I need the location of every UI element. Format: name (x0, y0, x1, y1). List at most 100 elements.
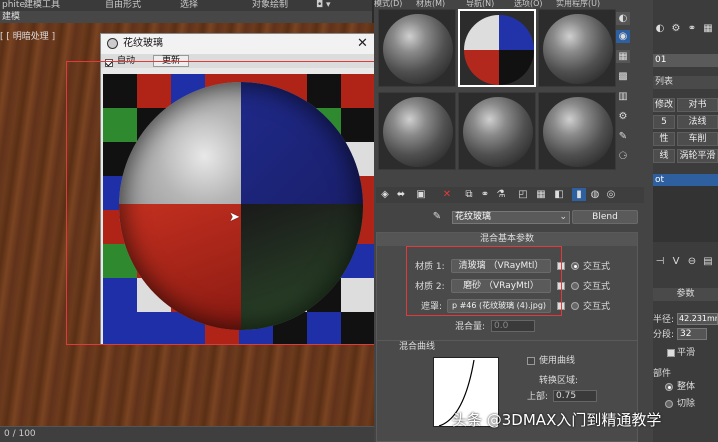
material-id-icon[interactable]: ◰ (516, 188, 530, 201)
radius-label: 半径: (653, 315, 675, 325)
show-end-result-icon[interactable]: ◧ (552, 188, 566, 201)
uv-tiling-icon[interactable]: ▩ (616, 70, 630, 83)
rollout-title: 混合基本参数 (479, 234, 534, 244)
mod-button-f[interactable]: 车削 (677, 132, 718, 146)
modifier-list[interactable]: 列表 (653, 76, 718, 89)
sample-slot-6[interactable] (538, 92, 616, 170)
menu-options[interactable]: 选项(O) (514, 0, 543, 8)
menu-item-graphite[interactable]: phite (2, 0, 25, 10)
timeline-bar[interactable]: 0 / 100 (0, 426, 374, 442)
show-end-icon[interactable]: Ⅴ (669, 255, 683, 268)
motion-icon[interactable]: ▦ (701, 22, 715, 35)
object-name-field[interactable]: 01 (653, 54, 718, 67)
mod-button-e[interactable]: 性 (653, 132, 675, 146)
hierarchy-icon[interactable]: ⚭ (685, 22, 699, 35)
material-type-button[interactable]: Blend (572, 210, 638, 224)
highlight-box-preview (66, 61, 400, 345)
radius-spinner[interactable]: 42.231mm (677, 313, 718, 325)
smooth-checkbox[interactable] (667, 349, 675, 357)
radius-value: 42.231mm (679, 314, 717, 323)
put-to-scene-icon[interactable]: ⬌ (394, 188, 408, 201)
go-forward-icon[interactable]: ◍ (588, 188, 602, 201)
copy-material-icon[interactable]: ⧉ (462, 188, 476, 201)
mod-button-c[interactable]: 5 (653, 115, 675, 129)
modify-icon[interactable]: ⚙ (669, 22, 683, 35)
mod-button-g[interactable]: 线 (653, 149, 675, 163)
segments-label: 分段: (653, 330, 675, 340)
use-curve-label: 使用曲线 (539, 356, 576, 366)
command-panel: ◐ ⚙ ⚭ ▦ 01 列表 修改 对书 5 法线 性 车削 线 涡轮平滑 ot … (653, 0, 718, 442)
mat2-interactive-radio[interactable] (571, 282, 579, 290)
preview-title-bar[interactable]: 花纹玻璃 ✕ (101, 34, 377, 54)
mask-interactive-radio[interactable] (571, 302, 579, 310)
mod-button-h[interactable]: 涡轮平滑 (677, 149, 718, 163)
material-name-field[interactable]: 花纹玻璃 ⌄ (452, 211, 570, 224)
mod-button-a[interactable]: 修改 (653, 98, 675, 112)
menu-mode[interactable]: 模式(D) (374, 0, 402, 8)
ribbon-label[interactable]: 建模 (2, 11, 20, 23)
curve-rollout-title[interactable]: 混合曲线 (399, 341, 435, 353)
sample-slot-5[interactable] (458, 92, 536, 170)
mix-amount-spinner[interactable]: 0.0 (491, 320, 535, 332)
menu-item-selection[interactable]: 选择 (180, 0, 198, 10)
chevron-down-icon[interactable]: ⌄ (559, 212, 567, 223)
background-icon[interactable]: ▦ (616, 50, 630, 63)
params-header[interactable]: 参数 (653, 288, 718, 301)
backlight-icon[interactable]: ◉ (616, 30, 630, 43)
preview-title: 花纹玻璃 (123, 38, 163, 49)
upper-spinner[interactable]: 0.75 (553, 390, 597, 402)
make-unique-icon[interactable]: ⚭ (478, 188, 492, 201)
viewport-label[interactable]: [ [ 明暗处理 ] (0, 30, 100, 44)
whole-radio[interactable] (665, 383, 673, 391)
segments-spinner[interactable]: 32 (677, 328, 707, 340)
sample-slot-2-active[interactable] (458, 9, 536, 87)
modifier-stack-item[interactable]: ot (653, 174, 718, 186)
mix-amount-value: 0.0 (494, 321, 509, 331)
stack-tools: ⊣ Ⅴ ⊖ ▤ (653, 253, 718, 269)
go-to-parent-icon[interactable]: ▮ (572, 188, 586, 201)
top-menu: phite 建模工具 自由形式 选择 对象绘制 ◘ ▾ (0, 0, 372, 11)
video-check-icon[interactable]: ▥ (616, 90, 630, 103)
menu-item-freeform[interactable]: 自由形式 (105, 0, 141, 10)
smooth-label: 平滑 (677, 348, 696, 358)
make-preview-icon[interactable]: ⚙ (616, 110, 630, 123)
menu-item-modeling-tools[interactable]: 建模工具 (24, 0, 60, 10)
chop-radio[interactable] (665, 400, 673, 408)
show-map-icon[interactable]: ▦ (534, 188, 548, 201)
put-to-library-icon[interactable]: ⚗ (494, 188, 508, 201)
mat2-interactive-label: 交互式 (583, 282, 611, 292)
mat1-interactive-radio[interactable] (571, 262, 579, 270)
eyedropper-icon[interactable]: ✎ (430, 210, 444, 223)
sample-slot-3[interactable] (538, 9, 616, 87)
menu-navigation[interactable]: 导航(N) (466, 0, 494, 8)
sample-slot-4[interactable] (378, 92, 456, 170)
menu-material[interactable]: 材质(M) (416, 0, 445, 8)
create-icon[interactable]: ◐ (653, 22, 667, 35)
upper-value: 0.75 (556, 391, 577, 401)
sample-type-icon[interactable]: ◐ (616, 12, 630, 25)
assign-to-selection-icon[interactable]: ▣ (414, 188, 428, 201)
select-by-material-icon[interactable]: ⚆ (616, 150, 630, 163)
sample-slot-1[interactable] (378, 9, 456, 87)
options-icon[interactable]: ✎ (616, 130, 630, 143)
get-material-icon[interactable]: ◈ (378, 188, 392, 201)
sibling-icon[interactable]: ◎ (604, 188, 618, 201)
upper-label: 上部: (527, 392, 549, 402)
watermark-text: 头条 @3DMAX入门到精通教学 (452, 411, 662, 429)
modifier-stack-label: ot (655, 175, 665, 185)
use-curve-checkbox[interactable] (527, 357, 535, 365)
menu-utilities[interactable]: 实用程序(U) (556, 0, 600, 8)
modifier-stack[interactable] (653, 186, 718, 242)
app-root: phite 建模工具 自由形式 选择 对象绘制 ◘ ▾ 建模 [ [ 明暗处理 … (0, 0, 718, 442)
rollout-header[interactable]: 混合基本参数 (377, 233, 637, 246)
watermark: 头条 @3DMAX入门到精通教学 (452, 410, 661, 430)
mod-button-d[interactable]: 法线 (677, 115, 718, 129)
close-icon[interactable]: ✕ (357, 34, 368, 54)
remove-modifier-icon[interactable]: ▤ (701, 255, 715, 268)
make-unique-stack-icon[interactable]: ⊖ (685, 255, 699, 268)
reset-map-icon[interactable]: ✕ (440, 188, 454, 201)
menu-item-dropdown[interactable]: ◘ ▾ (316, 0, 331, 10)
menu-item-object-paint[interactable]: 对象绘制 (252, 0, 288, 10)
pin-stack-icon[interactable]: ⊣ (653, 255, 667, 268)
mod-button-b[interactable]: 对书 (677, 98, 718, 112)
